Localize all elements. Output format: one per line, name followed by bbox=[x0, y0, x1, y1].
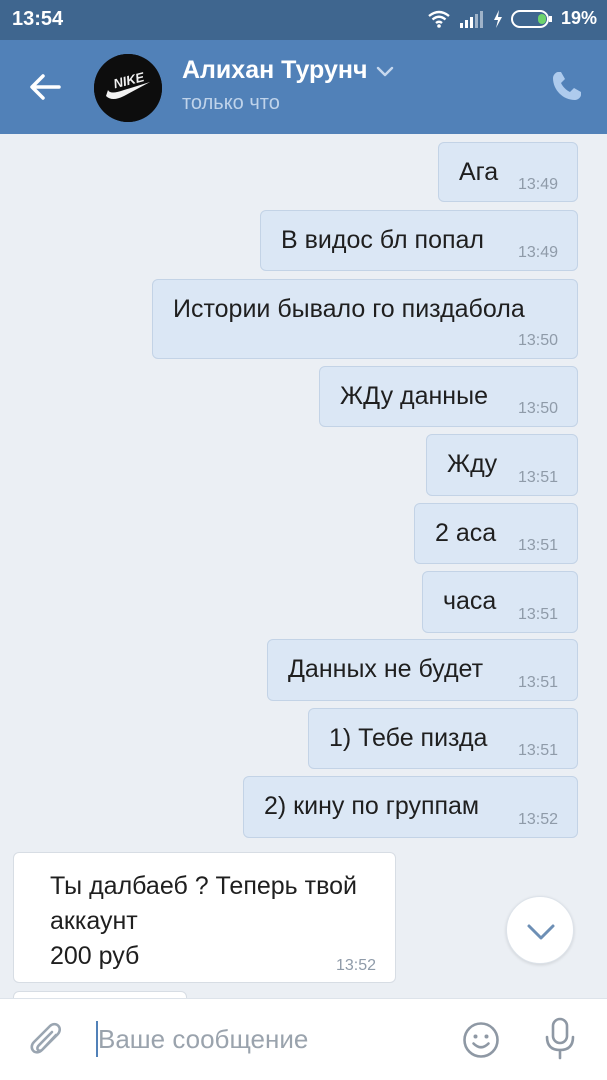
message-text: 2) кину по группам bbox=[264, 792, 480, 820]
chevron-down-icon bbox=[527, 924, 555, 940]
message-time: 13:50 bbox=[517, 400, 558, 417]
message-bubble-outgoing[interactable]: Данных не будет 13:51 bbox=[267, 639, 578, 701]
message-time: 13:49 bbox=[517, 176, 558, 193]
message-input[interactable] bbox=[98, 1019, 438, 1059]
message-text: Данных не будет bbox=[288, 655, 484, 683]
message-time: 13:52 bbox=[335, 957, 376, 974]
message-bubble-outgoing[interactable]: часа 13:51 bbox=[422, 571, 578, 633]
nike-logo: NIKE bbox=[94, 54, 162, 122]
message-text: часа bbox=[443, 587, 497, 615]
message-bubble-incoming[interactable]: Ты далбаеб ? Теперь твой аккаунт 200 руб… bbox=[13, 852, 396, 983]
contact-status: только что bbox=[182, 92, 280, 114]
message-time: 13:52 bbox=[517, 811, 558, 828]
chevron-down-icon[interactable] bbox=[376, 66, 394, 78]
message-time: 13:49 bbox=[517, 244, 558, 261]
contact-name[interactable]: Алихан Турунч bbox=[182, 56, 368, 85]
charging-bolt-icon bbox=[493, 9, 502, 28]
message-time: 13:51 bbox=[517, 674, 558, 691]
message-text: Истории бывало го пиздабола bbox=[173, 295, 525, 323]
paperclip-icon[interactable] bbox=[28, 1021, 66, 1063]
message-text: В видос бл попал bbox=[281, 226, 485, 254]
message-list[interactable]: Ага 13:49 В видос бл попал 13:49 Истории… bbox=[0, 134, 607, 998]
avatar[interactable]: NIKE bbox=[94, 54, 162, 122]
chat-header: NIKE Алихан Турунч только что bbox=[0, 40, 607, 134]
signal-icon bbox=[459, 10, 483, 28]
message-bubble-outgoing[interactable]: ЖДу данные 13:50 bbox=[319, 366, 578, 427]
message-composer bbox=[0, 998, 607, 1080]
message-bubble-outgoing[interactable]: 2 аса 13:51 bbox=[414, 503, 578, 564]
message-bubble-outgoing[interactable]: В видос бл попал 13:49 bbox=[260, 210, 578, 271]
message-time: 13:51 bbox=[517, 742, 558, 759]
message-time: 13:51 bbox=[517, 606, 558, 623]
arrow-left-icon[interactable] bbox=[26, 68, 64, 106]
status-bar: 13:54 19% bbox=[0, 0, 607, 40]
message-bubble-outgoing[interactable]: Жду 13:51 bbox=[426, 434, 578, 496]
message-text: Ага bbox=[459, 158, 499, 186]
scroll-down-button[interactable] bbox=[506, 896, 574, 964]
message-bubble-outgoing[interactable]: Ага 13:49 bbox=[438, 142, 578, 202]
message-text: ЖДу данные bbox=[340, 382, 488, 410]
phone-icon[interactable] bbox=[549, 68, 585, 104]
smiley-icon[interactable] bbox=[462, 1021, 500, 1059]
message-bubble-outgoing[interactable]: 2) кину по группам 13:52 bbox=[243, 776, 578, 838]
message-text: 1) Тебе пизда bbox=[329, 724, 488, 752]
message-bubble-incoming-partial[interactable] bbox=[13, 991, 187, 998]
wifi-icon bbox=[428, 10, 450, 28]
battery-percent: 19% bbox=[560, 8, 597, 28]
message-text: 2 аса bbox=[435, 519, 497, 547]
message-time: 13:51 bbox=[517, 537, 558, 554]
message-text: Жду bbox=[447, 450, 498, 478]
battery-icon bbox=[510, 9, 552, 28]
message-time: 13:51 bbox=[517, 469, 558, 486]
message-bubble-outgoing[interactable]: 1) Тебе пизда 13:51 bbox=[308, 708, 578, 769]
message-time: 13:50 bbox=[517, 332, 558, 349]
message-bubble-outgoing[interactable]: Истории бывало го пиздабола 13:50 bbox=[152, 279, 578, 359]
status-icons: 19% bbox=[427, 8, 597, 29]
message-text: Ты далбаеб ? Теперь твой аккаунт 200 руб bbox=[50, 872, 357, 970]
microphone-icon[interactable] bbox=[543, 1017, 577, 1061]
status-time: 13:54 bbox=[12, 8, 64, 30]
